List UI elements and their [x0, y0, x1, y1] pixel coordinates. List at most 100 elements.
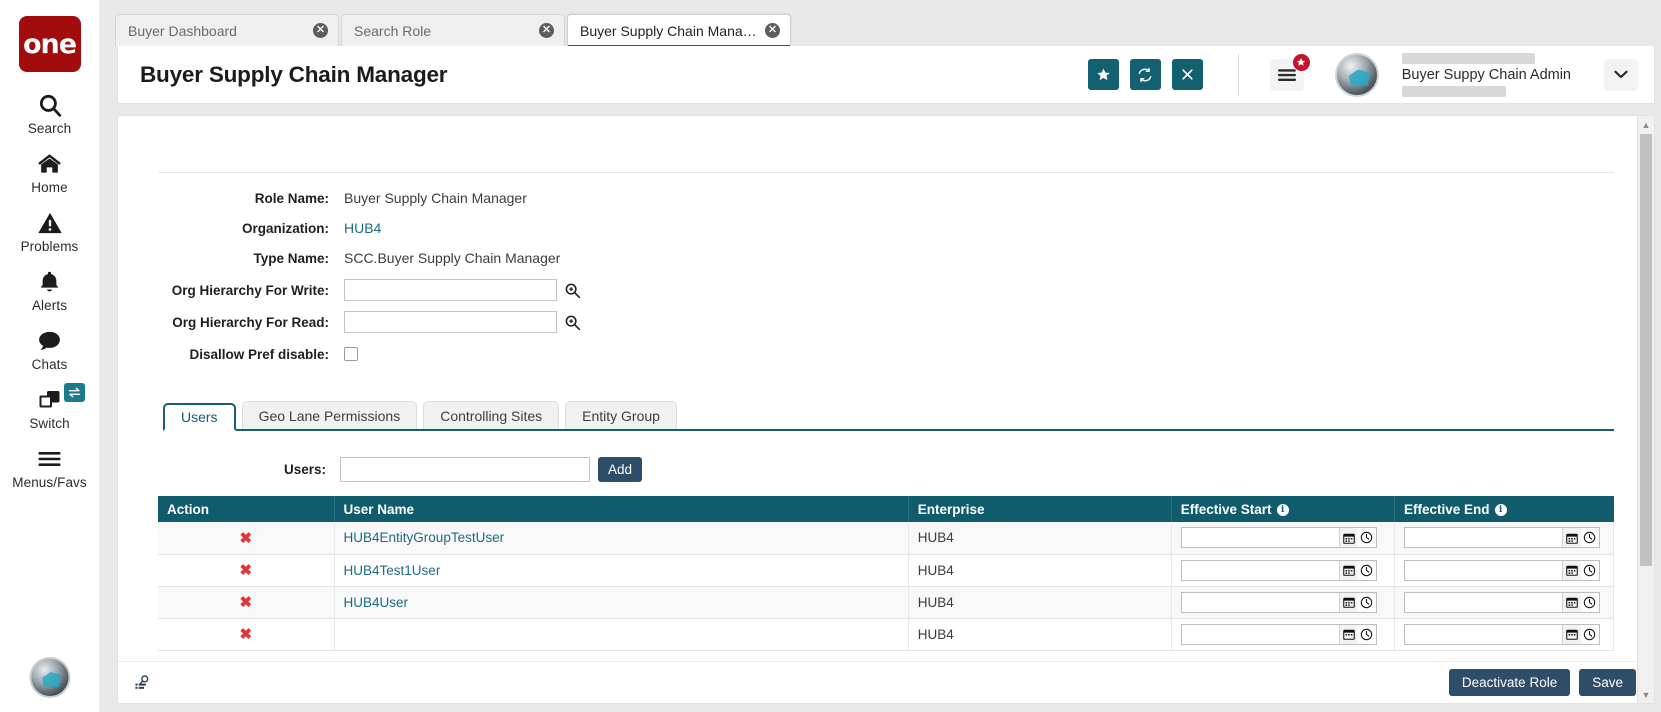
effective-start-datetime[interactable]: [1180, 527, 1377, 549]
deactivate-role-button[interactable]: Deactivate Role: [1448, 669, 1571, 696]
effective-end-datetime[interactable]: [1404, 591, 1600, 613]
scrollbar-thumb[interactable]: [1640, 134, 1652, 566]
calendar-icon[interactable]: [1562, 592, 1581, 612]
column-action[interactable]: Action: [158, 496, 335, 522]
vertical-scrollbar[interactable]: ▲ ▼: [1637, 116, 1654, 703]
column-effective-end[interactable]: Effective End i: [1394, 496, 1614, 522]
info-icon[interactable]: i: [1276, 503, 1289, 516]
clock-icon[interactable]: [1357, 592, 1376, 612]
clock-icon[interactable]: [1357, 528, 1376, 548]
effective-start-input[interactable]: [1181, 528, 1340, 548]
sidebar-item-problems[interactable]: Problems: [0, 208, 99, 254]
close-icon[interactable]: ✕: [313, 23, 328, 38]
user-name-link[interactable]: HUB4User: [344, 595, 409, 610]
row-action-cell: ✖: [158, 586, 335, 619]
lookup-search-icon[interactable]: [564, 282, 581, 299]
org-hierarchy-write-input[interactable]: [344, 279, 557, 301]
switch-arrows-icon[interactable]: [64, 383, 85, 402]
calendar-icon[interactable]: [1339, 528, 1358, 548]
report-search-icon[interactable]: [134, 674, 151, 691]
effective-end-datetime[interactable]: [1404, 623, 1600, 645]
sub-tab-bar: Users Geo Lane Permissions Controlling S…: [163, 401, 1614, 431]
users-search-input[interactable]: [340, 457, 590, 482]
calendar-icon[interactable]: [1339, 624, 1358, 644]
tab-entity-group[interactable]: Entity Group: [565, 401, 677, 429]
delete-row-icon[interactable]: ✖: [239, 530, 252, 547]
calendar-icon[interactable]: [1562, 560, 1581, 580]
effective-end-datetime[interactable]: [1404, 559, 1600, 581]
scroll-down-arrow-icon[interactable]: ▼: [1638, 686, 1654, 703]
delete-row-icon[interactable]: ✖: [239, 626, 252, 643]
organization-link[interactable]: HUB4: [344, 220, 381, 236]
content-card: Role Name: Buyer Supply Chain Manager Or…: [117, 115, 1655, 704]
column-user-name[interactable]: User Name: [334, 496, 909, 522]
add-user-button[interactable]: Add: [598, 457, 643, 482]
effective-start-input[interactable]: [1181, 592, 1340, 612]
effective-end-input[interactable]: [1405, 624, 1563, 644]
clock-icon[interactable]: [1357, 624, 1376, 644]
tab-users[interactable]: Users: [163, 403, 236, 431]
calendar-icon[interactable]: [1339, 560, 1358, 580]
delete-row-icon[interactable]: ✖: [239, 594, 252, 611]
lookup-search-icon[interactable]: [564, 314, 581, 331]
clock-icon[interactable]: [1580, 624, 1599, 644]
clock-icon[interactable]: [1580, 528, 1599, 548]
calendar-icon[interactable]: [1339, 592, 1358, 612]
sidebar-item-switch[interactable]: Switch: [0, 383, 99, 431]
effective-end-datetime[interactable]: [1404, 527, 1600, 549]
scroll-up-arrow-icon[interactable]: ▲: [1638, 116, 1654, 133]
sidebar-item-alerts[interactable]: Alerts: [0, 267, 99, 313]
favorite-button[interactable]: [1087, 59, 1119, 90]
column-label: Enterprise: [917, 501, 985, 517]
tab-buyer-supply-chain-manager[interactable]: Buyer Supply Chain Manager ✕: [567, 14, 791, 47]
close-icon[interactable]: ✕: [539, 23, 554, 38]
column-enterprise[interactable]: Enterprise: [908, 496, 1172, 522]
info-icon[interactable]: i: [1494, 503, 1507, 516]
calendar-icon[interactable]: [1562, 624, 1581, 644]
field-role-name: Role Name: Buyer Supply Chain Manager: [158, 187, 1614, 209]
tab-controlling-sites[interactable]: Controlling Sites: [423, 401, 560, 429]
column-label: Effective Start: [1180, 501, 1272, 517]
app-menu-button[interactable]: [1269, 52, 1311, 91]
delete-row-icon[interactable]: ✖: [239, 562, 252, 579]
sidebar-item-home[interactable]: Home: [0, 149, 99, 195]
sidebar-item-search[interactable]: Search: [0, 90, 99, 136]
avatar[interactable]: [1334, 52, 1379, 97]
tab-buyer-dashboard[interactable]: Buyer Dashboard ✕: [115, 14, 339, 46]
clock-icon[interactable]: [1357, 560, 1376, 580]
refresh-button[interactable]: [1129, 59, 1161, 90]
sidebar-item-menus-favs[interactable]: Menus/Favs: [0, 444, 99, 490]
effective-start-datetime[interactable]: [1180, 591, 1377, 613]
page-header-bar: Buyer Supply Chain Manager Buyer Suppy C…: [117, 46, 1655, 104]
sidebar-item-chats[interactable]: Chats: [0, 326, 99, 372]
users-table: Action User Name Enterprise Effective St…: [158, 496, 1614, 651]
user-menu-button[interactable]: [1604, 58, 1638, 91]
avatar-rail[interactable]: [29, 657, 70, 698]
effective-end-input[interactable]: [1405, 560, 1563, 580]
clock-icon[interactable]: [1580, 560, 1599, 580]
close-icon[interactable]: ✕: [765, 23, 780, 38]
effective-start-datetime[interactable]: [1180, 559, 1377, 581]
save-button[interactable]: Save: [1579, 669, 1636, 696]
tab-geo-lane-permissions[interactable]: Geo Lane Permissions: [241, 401, 418, 429]
row-enterprise-cell: HUB4: [908, 554, 1172, 587]
effective-start-input[interactable]: [1181, 624, 1340, 644]
column-effective-start[interactable]: Effective Start i: [1171, 496, 1396, 522]
tab-search-role[interactable]: Search Role ✕: [341, 14, 565, 46]
user-name-link[interactable]: HUB4EntityGroupTestUser: [344, 530, 505, 545]
row-effective-start-cell: [1171, 522, 1396, 555]
row-enterprise-cell: HUB4: [908, 618, 1172, 651]
brand-logo[interactable]: one: [18, 16, 81, 72]
row-user-name-cell: HUB4EntityGroupTestUser: [334, 522, 909, 555]
calendar-icon[interactable]: [1562, 528, 1581, 548]
disallow-pref-disable-checkbox[interactable]: [344, 347, 358, 361]
close-button[interactable]: [1171, 59, 1203, 90]
clock-icon[interactable]: [1580, 592, 1599, 612]
effective-end-input[interactable]: [1405, 592, 1563, 612]
effective-start-datetime[interactable]: [1180, 623, 1377, 645]
user-name-link[interactable]: HUB4Test1User: [344, 563, 441, 578]
row-user-name-cell: HUB4Test1User: [334, 554, 909, 587]
org-hierarchy-read-input[interactable]: [344, 311, 557, 333]
effective-end-input[interactable]: [1405, 528, 1563, 548]
effective-start-input[interactable]: [1181, 560, 1340, 580]
